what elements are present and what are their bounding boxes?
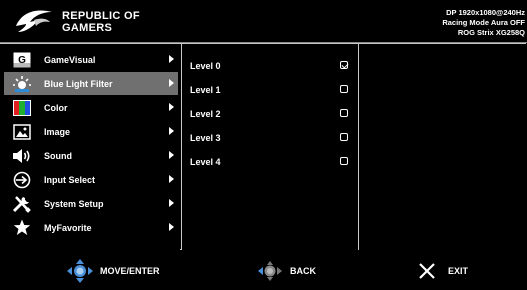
menu-item-label: Blue Light Filter bbox=[44, 78, 113, 89]
level-label: Level 3 bbox=[190, 133, 221, 143]
menu-item-label: Image bbox=[44, 126, 71, 137]
monitor-osd: REPUBLIC OF GAMERS DP 1920x1080@240Hz Ra… bbox=[0, 0, 527, 290]
gamevisual-glyph: G bbox=[18, 55, 26, 66]
menu-item-blue-light-filter[interactable]: Blue Light Filter bbox=[4, 72, 178, 95]
checked-radio-icon bbox=[340, 61, 348, 69]
main-menu: G GameVisual Blue Light Filter Color Ima… bbox=[0, 44, 180, 250]
level-option-0[interactable]: Level 0 bbox=[190, 56, 352, 76]
chevron-right-icon bbox=[169, 103, 174, 111]
color-icon bbox=[12, 99, 32, 117]
chevron-right-icon bbox=[169, 223, 174, 231]
level-option-1[interactable]: Level 1 bbox=[190, 80, 352, 100]
osd-header: REPUBLIC OF GAMERS DP 1920x1080@240Hz Ra… bbox=[0, 0, 527, 42]
radio-icon bbox=[340, 157, 348, 165]
star-icon bbox=[12, 219, 32, 237]
menu-item-image[interactable]: Image bbox=[4, 120, 178, 143]
back-label: BACK bbox=[290, 266, 316, 276]
menu-item-system-setup[interactable]: System Setup bbox=[4, 192, 178, 215]
rog-logo-icon bbox=[16, 10, 52, 33]
close-icon bbox=[419, 263, 435, 279]
menu-item-gamevisual[interactable]: G GameVisual bbox=[4, 48, 178, 71]
blue-light-filter-icon bbox=[12, 75, 32, 93]
detail-panel bbox=[359, 44, 527, 250]
status-resolution: DP 1920x1080@240Hz bbox=[446, 8, 525, 17]
chevron-right-icon bbox=[169, 151, 174, 159]
exit-button[interactable]: EXIT bbox=[418, 258, 468, 284]
menu-item-input-select[interactable]: Input Select bbox=[4, 168, 178, 191]
menu-item-sound[interactable]: Sound bbox=[4, 144, 178, 167]
menu-item-label: GameVisual bbox=[44, 54, 96, 65]
chevron-right-icon bbox=[169, 175, 174, 183]
menu-item-label: MyFavorite bbox=[44, 222, 92, 233]
level-label: Level 2 bbox=[190, 109, 221, 119]
move-enter-label: MOVE/ENTER bbox=[100, 266, 160, 276]
level-label: Level 0 bbox=[190, 61, 221, 71]
move-enter-button[interactable]: MOVE/ENTER bbox=[66, 258, 160, 284]
menu-item-label: System Setup bbox=[44, 198, 104, 209]
chevron-right-icon bbox=[169, 199, 174, 207]
gamevisual-icon: G bbox=[12, 51, 32, 69]
status-model: ROG Strix XG258Q bbox=[457, 28, 525, 37]
menu-item-label: Sound bbox=[44, 150, 72, 161]
level-option-3[interactable]: Level 3 bbox=[190, 128, 352, 148]
brand-line-2: GAMERS bbox=[62, 22, 113, 34]
tools-icon bbox=[12, 195, 32, 213]
osd-footer: MOVE/ENTER BACK EXIT bbox=[0, 252, 527, 290]
dpad-back-icon bbox=[258, 261, 282, 281]
level-label: Level 4 bbox=[190, 157, 221, 167]
menu-item-label: Input Select bbox=[44, 174, 96, 185]
radio-icon bbox=[340, 133, 348, 141]
level-option-2[interactable]: Level 2 bbox=[190, 104, 352, 124]
chevron-right-icon bbox=[169, 79, 174, 87]
status-info: DP 1920x1080@240Hz Racing Mode Aura OFF … bbox=[442, 8, 525, 38]
brand-line-1: REPUBLIC OF bbox=[62, 10, 140, 22]
menu-item-color[interactable]: Color bbox=[4, 96, 178, 119]
submenu-blue-light-filter: Level 0 Level 1 Level 2 Level 3 Level 4 bbox=[181, 44, 359, 250]
chevron-right-icon bbox=[169, 55, 174, 63]
radio-icon bbox=[340, 85, 348, 93]
back-button[interactable]: BACK bbox=[256, 258, 316, 284]
level-option-4[interactable]: Level 4 bbox=[190, 152, 352, 172]
menu-item-myfavorite[interactable]: MyFavorite bbox=[4, 216, 178, 239]
brand-name: REPUBLIC OF GAMERS bbox=[62, 10, 140, 34]
header-divider bbox=[0, 42, 527, 43]
chevron-right-icon bbox=[169, 127, 174, 135]
radio-icon bbox=[340, 109, 348, 117]
input-select-icon bbox=[12, 171, 32, 189]
exit-label: EXIT bbox=[448, 266, 469, 276]
image-icon bbox=[12, 123, 32, 141]
speaker-icon bbox=[12, 147, 32, 165]
dpad-move-icon bbox=[67, 259, 93, 283]
level-label: Level 1 bbox=[190, 85, 221, 95]
menu-item-label: Color bbox=[44, 102, 68, 113]
status-mode: Racing Mode Aura OFF bbox=[442, 18, 525, 27]
